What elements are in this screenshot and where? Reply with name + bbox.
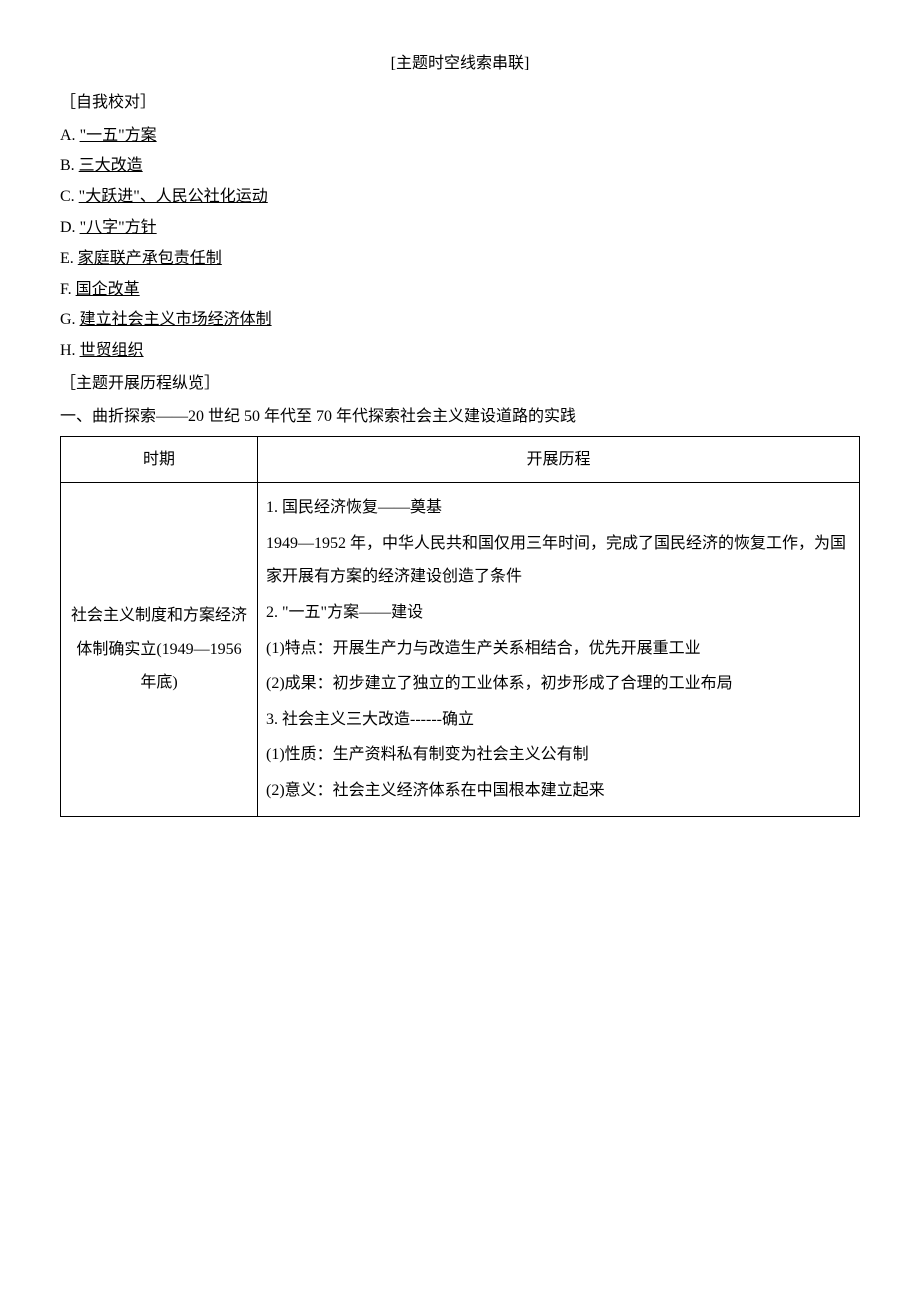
item-b-text: 三大改造 [79, 157, 143, 174]
table-row: 社会主义制度和方案经济体制确实立(1949—1956 年底) 1. 国民经济恢复… [61, 483, 860, 816]
item-c: C. "大跃进"、人民公社化运动 [60, 183, 860, 212]
item-b: B. 三大改造 [60, 152, 860, 181]
dev-label: ［主题开展历程纵览］ [60, 370, 860, 399]
item-e-prefix: E. [60, 250, 78, 267]
item-h: H. 世贸组织 [60, 337, 860, 366]
item-e-text: 家庭联产承包责任制 [78, 250, 222, 267]
process-line-4: (1)特点：开展生产力与改造生产关系相结合，优先开展重工业 [266, 632, 851, 666]
item-g-prefix: G. [60, 311, 80, 328]
header-period: 时期 [61, 436, 258, 483]
item-a-prefix: A. [60, 127, 80, 144]
item-f-prefix: F. [60, 281, 76, 298]
page-title: [主题时空线索串联] [60, 50, 860, 79]
history-table: 时期 开展历程 社会主义制度和方案经济体制确实立(1949—1956 年底) 1… [60, 436, 860, 817]
item-h-prefix: H. [60, 342, 80, 359]
item-d-text: "八字"方针 [80, 219, 157, 236]
cell-period: 社会主义制度和方案经济体制确实立(1949—1956 年底) [61, 483, 258, 816]
item-a: A. "一五"方案 [60, 122, 860, 151]
process-line-1: 1. 国民经济恢复——奠基 [266, 491, 851, 525]
process-line-8: (2)意义：社会主义经济体系在中国根本建立起来 [266, 774, 851, 808]
item-e: E. 家庭联产承包责任制 [60, 245, 860, 274]
item-c-text: "大跃进"、人民公社化运动 [79, 188, 268, 205]
item-b-prefix: B. [60, 157, 79, 174]
cell-process: 1. 国民经济恢复——奠基 1949—1952 年，中华人民共和国仅用三年时间，… [258, 483, 860, 816]
process-line-2: 1949—1952 年，中华人民共和国仅用三年时间，完成了国民经济的恢复工作，为… [266, 527, 851, 594]
item-g-text: 建立社会主义市场经济体制 [80, 311, 272, 328]
item-a-text: "一五"方案 [80, 127, 157, 144]
item-d: D. "八字"方针 [60, 214, 860, 243]
item-f-text: 国企改革 [76, 281, 140, 298]
process-line-7: (1)性质：生产资料私有制变为社会主义公有制 [266, 738, 851, 772]
table-header-row: 时期 开展历程 [61, 436, 860, 483]
process-line-6: 3. 社会主义三大改造------确立 [266, 703, 851, 737]
item-f: F. 国企改革 [60, 276, 860, 305]
header-process: 开展历程 [258, 436, 860, 483]
item-h-text: 世贸组织 [80, 342, 144, 359]
section-one-heading: 一、曲折探索——20 世纪 50 年代至 70 年代探索社会主义建设道路的实践 [60, 403, 860, 432]
item-g: G. 建立社会主义市场经济体制 [60, 306, 860, 335]
item-c-prefix: C. [60, 188, 79, 205]
self-check-label: ［自我校对］ [60, 89, 860, 118]
process-line-5: (2)成果：初步建立了独立的工业体系，初步形成了合理的工业布局 [266, 667, 851, 701]
item-d-prefix: D. [60, 219, 80, 236]
process-line-3: 2. "一五"方案——建设 [266, 596, 851, 630]
